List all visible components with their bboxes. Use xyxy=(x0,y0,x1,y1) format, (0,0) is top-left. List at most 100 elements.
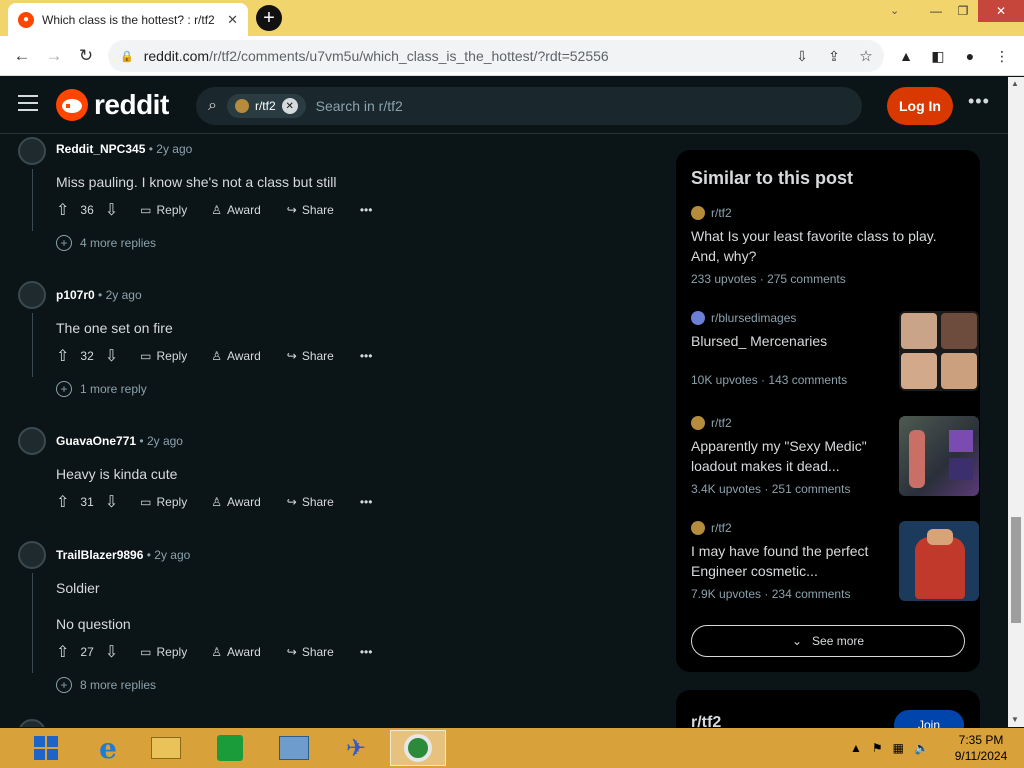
avatar[interactable] xyxy=(18,541,46,569)
network-icon[interactable]: ▦ xyxy=(893,741,904,755)
more-options-icon[interactable]: ••• xyxy=(968,91,990,112)
vote-group: ⇧ 36 ⇩ xyxy=(56,200,118,220)
install-app-icon[interactable]: ⇩ xyxy=(790,44,814,68)
post-title[interactable]: I may have found the perfect Engineer co… xyxy=(691,541,881,581)
store-icon[interactable] xyxy=(202,730,258,766)
post-title[interactable]: Apparently my "Sexy Medic" loadout makes… xyxy=(691,436,881,476)
action-center-icon[interactable]: ⚑ xyxy=(872,741,883,755)
reddit-wordmark[interactable]: reddit xyxy=(94,89,169,121)
volume-icon[interactable]: 🔈 xyxy=(914,741,929,755)
start-button-icon[interactable] xyxy=(18,730,74,766)
page-scrollbar[interactable]: ▲ ▼ xyxy=(1008,77,1024,727)
browser-tab[interactable]: ● Which class is the hottest? : r/tf2 ✕ xyxy=(8,3,248,36)
upvote-icon[interactable]: ⇧ xyxy=(56,492,69,512)
forward-icon[interactable]: → xyxy=(42,44,66,68)
downvote-icon[interactable]: ⇩ xyxy=(105,346,118,366)
remove-chip-icon[interactable]: ✕ xyxy=(281,98,298,114)
search-input[interactable]: Search in r/tf2 xyxy=(316,98,403,114)
more-actions-icon[interactable]: ••• xyxy=(360,495,373,509)
extensions-icon[interactable]: ▲ xyxy=(894,44,918,68)
close-window-button[interactable]: ✕ xyxy=(978,0,1024,22)
scroll-down-icon[interactable]: ▼ xyxy=(1011,715,1019,724)
comment-author[interactable]: TrailBlazer9896 • 2y ago xyxy=(56,548,190,562)
post-thumbnail[interactable] xyxy=(899,521,979,601)
avatar[interactable] xyxy=(18,427,46,455)
post-subreddit[interactable]: r/tf2 xyxy=(711,206,732,220)
award-button[interactable]: ♙ Award xyxy=(211,349,261,363)
upvote-icon[interactable]: ⇧ xyxy=(56,346,69,366)
more-actions-icon[interactable]: ••• xyxy=(360,349,373,363)
see-more-button[interactable]: ⌄ See more xyxy=(691,625,965,657)
similar-post[interactable]: r/tf2 Apparently my "Sexy Medic" loadout… xyxy=(691,416,979,496)
post-subreddit[interactable]: r/tf2 xyxy=(711,521,732,535)
upvote-icon[interactable]: ⇧ xyxy=(56,642,69,662)
hamburger-menu-icon[interactable] xyxy=(18,95,38,111)
award-button[interactable]: ♙ Award xyxy=(211,203,261,217)
more-replies-link[interactable]: +4 more replies xyxy=(56,235,156,251)
award-button[interactable]: ♙ Award xyxy=(211,645,261,659)
post-subreddit[interactable]: r/tf2 xyxy=(711,416,732,430)
share-button[interactable]: ↪ Share xyxy=(287,645,334,659)
downvote-icon[interactable]: ⇩ xyxy=(105,642,118,662)
share-button[interactable]: ↪ Share xyxy=(287,203,334,217)
more-actions-icon[interactable]: ••• xyxy=(360,203,373,217)
comment-body-line: Soldier xyxy=(56,580,100,596)
search-bar[interactable]: ⌕ r/tf2 ✕ Search in r/tf2 xyxy=(196,87,862,125)
reply-button[interactable]: ▭ Reply xyxy=(140,645,187,659)
scroll-up-icon[interactable]: ▲ xyxy=(1011,79,1019,88)
share-button[interactable]: ↪ Share xyxy=(287,495,334,509)
post-thumbnail[interactable] xyxy=(899,311,979,391)
new-tab-button[interactable]: + xyxy=(256,5,282,31)
comment-author[interactable]: GuavaOne771 • 2y ago xyxy=(56,434,183,448)
share-page-icon[interactable]: ⇪ xyxy=(822,44,846,68)
comment-author[interactable]: Reddit_NPC345 • 2y ago xyxy=(56,142,192,156)
reddit-logo-icon[interactable] xyxy=(56,89,88,121)
file-explorer-icon[interactable] xyxy=(138,730,194,766)
downvote-icon[interactable]: ⇩ xyxy=(105,492,118,512)
post-title[interactable]: Blursed_ Mercenaries xyxy=(691,331,871,351)
downvote-icon[interactable]: ⇩ xyxy=(105,200,118,220)
profile-avatar-icon[interactable]: ● xyxy=(958,44,982,68)
more-replies-link[interactable]: +1 more reply xyxy=(56,381,147,397)
post-title[interactable]: What Is your least favorite class to pla… xyxy=(691,226,951,266)
side-panel-icon[interactable]: ◧ xyxy=(926,44,950,68)
internet-explorer-icon[interactable]: e xyxy=(80,730,136,766)
control-panel-icon[interactable] xyxy=(266,730,322,766)
similar-post[interactable]: r/tf2 I may have found the perfect Engin… xyxy=(691,521,979,601)
close-tab-icon[interactable]: ✕ xyxy=(227,12,238,28)
thread-line[interactable] xyxy=(32,313,33,377)
post-thumbnail[interactable] xyxy=(899,416,979,496)
more-actions-icon[interactable]: ••• xyxy=(360,645,373,659)
maximize-button[interactable]: ❐ xyxy=(948,0,978,22)
post-subreddit[interactable]: r/blursedimages xyxy=(711,311,796,325)
bookmark-star-icon[interactable]: ☆ xyxy=(854,44,878,68)
thread-line[interactable] xyxy=(32,573,33,673)
similar-post[interactable]: r/blursedimages Blursed_ Mercenaries 10K… xyxy=(691,311,979,391)
share-button[interactable]: ↪ Share xyxy=(287,349,334,363)
bird-app-icon[interactable]: ✈ xyxy=(328,730,384,766)
chrome-taskbar-icon[interactable] xyxy=(390,730,446,766)
avatar[interactable] xyxy=(18,137,46,165)
reload-icon[interactable]: ↻ xyxy=(74,44,98,68)
taskbar-clock[interactable]: 7:35 PM 9/11/2024 xyxy=(946,732,1016,764)
join-button[interactable]: Join xyxy=(894,710,964,730)
reply-button[interactable]: ▭ Reply xyxy=(140,203,187,217)
address-bar[interactable]: 🔒 reddit.com/r/tf2/comments/u7vm5u/which… xyxy=(108,40,884,72)
thread-line[interactable] xyxy=(32,169,33,231)
show-hidden-icons-icon[interactable]: ▲ xyxy=(850,741,862,755)
reply-button[interactable]: ▭ Reply xyxy=(140,495,187,509)
comment-author[interactable]: p107r0 • 2y ago xyxy=(56,288,142,302)
avatar[interactable] xyxy=(18,281,46,309)
tab-search-icon[interactable]: ⌄ xyxy=(890,4,899,17)
login-button[interactable]: Log In xyxy=(887,87,953,125)
scrollbar-thumb[interactable] xyxy=(1011,517,1021,623)
more-replies-link[interactable]: +8 more replies xyxy=(56,677,156,693)
similar-post[interactable]: r/tf2 What Is your least favorite class … xyxy=(691,206,967,286)
back-icon[interactable]: ← xyxy=(10,44,34,68)
browser-menu-icon[interactable]: ⋮ xyxy=(990,44,1014,68)
subreddit-filter-chip[interactable]: r/tf2 ✕ xyxy=(226,94,306,118)
reply-button[interactable]: ▭ Reply xyxy=(140,349,187,363)
avatar[interactable] xyxy=(18,719,46,727)
award-button[interactable]: ♙ Award xyxy=(211,495,261,509)
upvote-icon[interactable]: ⇧ xyxy=(56,200,69,220)
